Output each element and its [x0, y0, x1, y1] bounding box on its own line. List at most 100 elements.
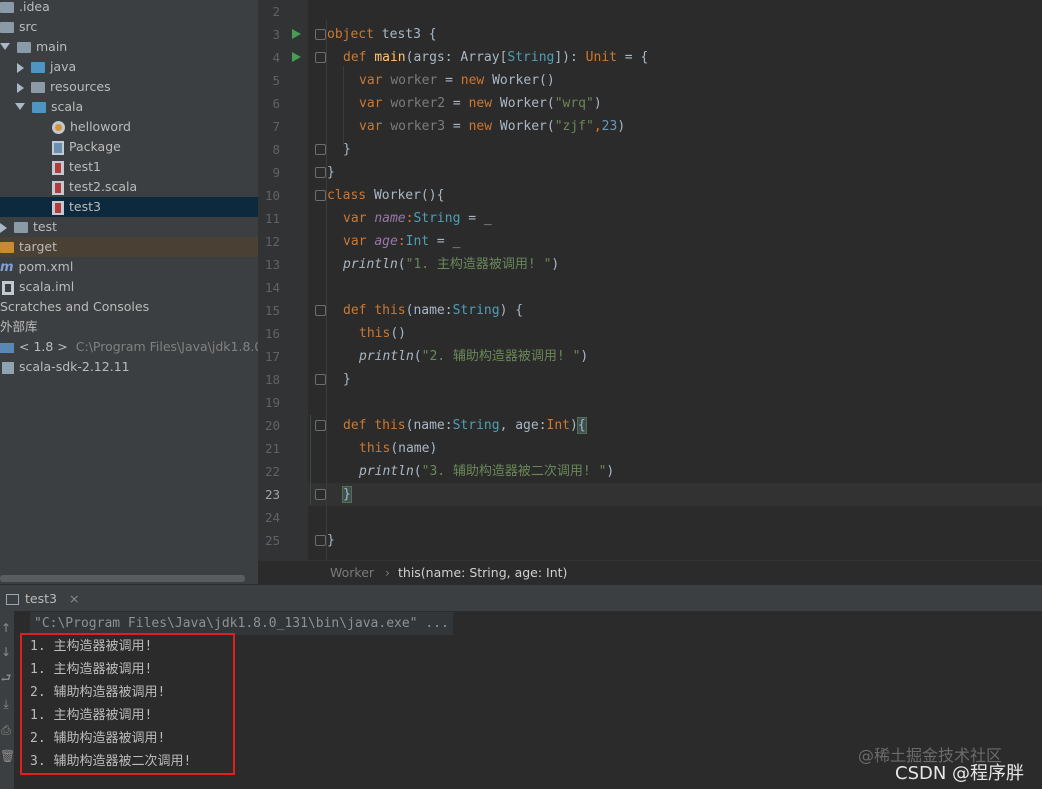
tree-item-external-libraries[interactable]: 外部库 [0, 317, 38, 337]
fold-marker-icon[interactable] [315, 52, 326, 63]
soft-wrap-icon[interactable]: ⮐ [0, 671, 12, 685]
tree-item-main[interactable]: main [0, 37, 67, 57]
fold-marker-icon[interactable] [315, 144, 326, 155]
tree-item-pom[interactable]: m pom.xml [0, 257, 73, 277]
code-token: String [452, 303, 500, 318]
line-number: 20 [264, 418, 280, 433]
code-token: main [374, 50, 406, 65]
tree-item-helloword[interactable]: helloword [52, 117, 131, 137]
tree-item-label: test2.scala [69, 179, 138, 194]
line-number: 17 [264, 349, 280, 364]
code-token: new [468, 96, 493, 111]
code-line-25: } [327, 529, 335, 552]
fold-marker-icon[interactable] [315, 374, 326, 385]
fold-marker-icon[interactable] [315, 489, 326, 500]
fold-marker-icon[interactable] [315, 29, 326, 40]
code-token: new [460, 73, 485, 88]
indent-guide [343, 66, 344, 146]
tree-item-scala-sdk[interactable]: scala-sdk-2.12.11 [2, 357, 130, 377]
code-line-16: this() [359, 322, 406, 345]
tree-item-label: pom.xml [18, 259, 74, 274]
tree-item-java[interactable]: java [17, 57, 76, 77]
tree-item-label: test3 [69, 199, 101, 214]
code-token: (name) [390, 441, 438, 456]
tree-item-test1[interactable]: test1 [52, 157, 101, 177]
chevron-right-icon[interactable] [0, 222, 7, 233]
code-token: Worker( [492, 96, 555, 111]
tree-item-jdk[interactable]: < 1.8 > C:\Program Files\Java\jdk1.8.0_1… [0, 337, 258, 357]
folder-icon [31, 62, 45, 73]
tree-item-label: Package [69, 139, 121, 154]
line-number: 18 [264, 372, 280, 387]
code-token: "zjf" [554, 119, 594, 134]
run-gutter-icon[interactable] [292, 52, 301, 62]
line-number: 21 [264, 441, 280, 456]
tree-item-label: test [33, 219, 58, 234]
tree-item-label: .idea [19, 0, 50, 14]
run-tab[interactable]: test3 × [6, 585, 79, 612]
scroll-to-end-icon[interactable]: ⤓ [0, 697, 12, 711]
code-token: "1. 主构造器被调用! " [405, 257, 552, 272]
code-token: Unit [585, 50, 617, 65]
line-number: 3 [272, 27, 280, 42]
arrow-up-icon[interactable]: ↑ [0, 621, 12, 635]
code-token: (name: [405, 303, 453, 318]
code-token: "2. 辅助构造器被调用! " [421, 349, 581, 364]
code-token: = { [616, 50, 649, 65]
arrow-down-icon[interactable]: ↓ [0, 645, 12, 659]
line-number: 9 [272, 165, 280, 180]
run-gutter-icon[interactable] [292, 29, 301, 39]
code-line-9: } [327, 161, 335, 184]
print-icon[interactable]: ⎙ [0, 723, 12, 737]
code-token: 23 [601, 119, 618, 134]
chevron-right-icon[interactable] [17, 62, 24, 73]
chevron-down-icon[interactable] [0, 43, 10, 50]
code-token: def [343, 303, 367, 318]
breadcrumb-item[interactable]: this(name: String, age: Int) [398, 561, 567, 585]
fold-marker-icon[interactable] [315, 190, 326, 201]
tree-item-resources[interactable]: resources [17, 77, 111, 97]
tree-item-src[interactable]: src [0, 17, 37, 37]
tree-item-label: helloword [70, 119, 131, 134]
fold-marker-icon[interactable] [315, 535, 326, 546]
current-line-highlight [308, 483, 1042, 506]
code-token: ) { [499, 303, 524, 318]
tree-item-scala[interactable]: scala [15, 97, 83, 117]
tree-item-idea[interactable]: .idea [0, 0, 50, 17]
tree-item-target[interactable]: target [0, 237, 258, 257]
trash-icon[interactable]: 🗑 [0, 749, 15, 763]
code-token: worker2 [390, 96, 446, 111]
code-token: = [445, 96, 469, 111]
fold-marker-icon[interactable] [315, 305, 326, 316]
tree-item-test[interactable]: test [0, 217, 57, 237]
scala-file-icon [52, 200, 64, 215]
code-token: var [359, 96, 383, 111]
chevron-right-icon[interactable] [17, 82, 24, 93]
line-number: 14 [264, 280, 280, 295]
breadcrumb: Worker › this(name: String, age: Int) [258, 560, 1042, 585]
breadcrumb-item[interactable]: Worker [330, 561, 374, 585]
tree-item-scratches[interactable]: Scratches and Consoles [0, 297, 149, 317]
tree-item-test2[interactable]: test2.scala [52, 177, 137, 197]
code-token: new [468, 119, 493, 134]
folder-icon [32, 102, 46, 113]
chevron-down-icon[interactable] [15, 103, 25, 110]
code-editor[interactable]: 2 3 4 5 6 7 8 9 10 11 12 13 14 15 16 17 … [258, 0, 1042, 560]
code-token: } [343, 142, 351, 157]
code-token: ) [593, 96, 602, 111]
code-token: ) [617, 119, 626, 134]
code-line-17: println("2. 辅助构造器被调用! ") [359, 345, 588, 368]
code-line-15: def this(name:String) { [343, 299, 523, 322]
horizontal-scrollbar[interactable] [0, 575, 245, 582]
tree-item-scala-iml[interactable]: scala.iml [2, 277, 74, 297]
fold-marker-icon[interactable] [315, 167, 326, 178]
line-number: 19 [264, 395, 280, 410]
code-token: var [359, 73, 383, 88]
fold-marker-icon[interactable] [315, 420, 326, 431]
tree-item-package[interactable]: Package [52, 137, 121, 157]
folder-icon [0, 2, 14, 13]
tree-item-label: Scratches and Consoles [0, 299, 150, 314]
close-icon[interactable]: × [69, 591, 79, 606]
code-token: test3 [373, 27, 429, 42]
tree-item-test3[interactable]: test3 [0, 197, 258, 217]
